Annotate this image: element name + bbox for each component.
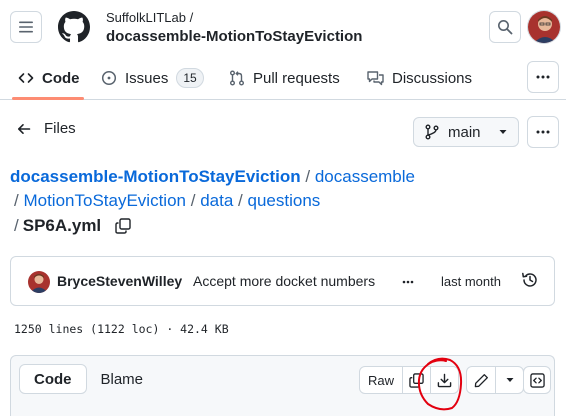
tab-pull-requests[interactable]: Pull requests	[229, 56, 340, 100]
edit-file-button[interactable]	[467, 367, 495, 393]
breadcrumb-questions-link[interactable]: questions	[248, 191, 321, 210]
edit-options-button[interactable]	[495, 367, 523, 393]
user-avatar[interactable]	[527, 10, 561, 44]
hamburger-icon	[19, 21, 33, 33]
tab-pull-requests-label: Pull requests	[253, 69, 340, 87]
issue-opened-icon	[101, 70, 117, 86]
triangle-down-icon	[506, 378, 513, 382]
tab-issues-label: Issues	[125, 69, 169, 87]
breadcrumb-motion-link[interactable]: MotionToStayEviction	[23, 191, 186, 210]
code-square-icon	[529, 372, 545, 388]
file-toolbar: Code Blame Raw	[10, 355, 555, 416]
blame-view-button[interactable]: Blame	[87, 364, 158, 394]
search-button[interactable]	[489, 11, 521, 43]
triangle-down-icon	[499, 130, 507, 134]
breadcrumb-docassemble-link[interactable]: docassemble	[315, 167, 415, 186]
latest-commit-box: BryceStevenWilley Accept more docket num…	[10, 256, 555, 306]
pencil-icon	[474, 373, 488, 387]
breadcrumb-data-link[interactable]: data	[200, 191, 233, 210]
branch-selector[interactable]: main	[413, 117, 519, 147]
breadcrumb-separator: /	[14, 216, 19, 235]
symbols-button[interactable]	[523, 366, 551, 394]
repo-nav: Code Issues 15 Pull requests Discussions	[0, 56, 566, 100]
history-icon	[522, 272, 537, 287]
edit-group	[466, 366, 524, 394]
view-switcher: Code Blame	[19, 364, 157, 394]
arrow-left-icon	[18, 123, 31, 134]
tab-issues[interactable]: Issues 15	[101, 56, 204, 100]
files-back-link[interactable]: Files	[16, 120, 76, 137]
commit-message-link[interactable]: Accept more docket numbers	[193, 273, 375, 289]
breadcrumb-separator: /	[305, 167, 311, 186]
file-more-button[interactable]	[527, 116, 559, 148]
code-icon	[18, 73, 34, 83]
copy-path-button[interactable]	[115, 218, 131, 234]
branch-name: main	[448, 123, 481, 141]
tab-code[interactable]: Code	[18, 56, 80, 100]
copy-icon	[409, 372, 424, 388]
copy-raw-button[interactable]	[402, 367, 430, 393]
code-view-button[interactable]: Code	[19, 364, 87, 394]
breadcrumb-separator: /	[238, 191, 243, 210]
search-icon	[498, 20, 513, 35]
nav-more-button[interactable]	[527, 61, 559, 93]
file-name: SP6A.yml	[22, 216, 102, 235]
repo-owner-link[interactable]: SuffolkLITLab /	[106, 10, 193, 25]
github-logo-icon[interactable]	[58, 11, 90, 43]
commit-expand-button[interactable]	[399, 275, 417, 289]
raw-copy-download-group: Raw	[359, 366, 460, 394]
raw-button[interactable]: Raw	[360, 367, 402, 393]
menu-button[interactable]	[10, 11, 42, 43]
repo-name-link[interactable]: docassemble-MotionToStayEviction	[106, 28, 362, 45]
kebab-horizontal-icon	[536, 75, 550, 79]
commit-time: last month	[441, 274, 501, 289]
history-button[interactable]	[521, 271, 539, 289]
files-label: Files	[44, 120, 76, 137]
file-metadata: 1250 lines (1122 loc) · 42.4 KB	[14, 322, 229, 336]
git-branch-icon	[425, 124, 439, 140]
git-pull-request-icon	[230, 70, 244, 86]
breadcrumb-line-2: / MotionToStayEviction / data / question…	[14, 191, 320, 211]
commit-author-avatar[interactable]	[28, 271, 50, 293]
tab-code-label: Code	[42, 69, 80, 87]
issues-count-badge: 15	[176, 68, 204, 88]
download-raw-button[interactable]	[430, 367, 458, 393]
repo-header: SuffolkLITLab / docassemble-MotionToStay…	[0, 0, 566, 56]
breadcrumb-separator: /	[14, 191, 19, 210]
breadcrumb-separator: /	[190, 191, 196, 210]
commit-author-link[interactable]: BryceStevenWilley	[57, 273, 182, 289]
active-tab-indicator	[12, 97, 84, 100]
comment-discussion-icon	[367, 71, 384, 86]
breadcrumb-repo-link[interactable]: docassemble-MotionToStayEviction	[10, 167, 301, 186]
ellipsis-icon	[400, 278, 416, 286]
breadcrumb-line-3: / SP6A.yml	[14, 216, 131, 236]
tab-discussions-label: Discussions	[392, 69, 473, 87]
copy-icon	[115, 218, 131, 234]
tab-discussions[interactable]: Discussions	[367, 56, 472, 100]
breadcrumb: docassemble-MotionToStayEviction / docas…	[10, 167, 415, 187]
kebab-horizontal-icon	[536, 130, 550, 134]
download-icon	[437, 373, 452, 387]
